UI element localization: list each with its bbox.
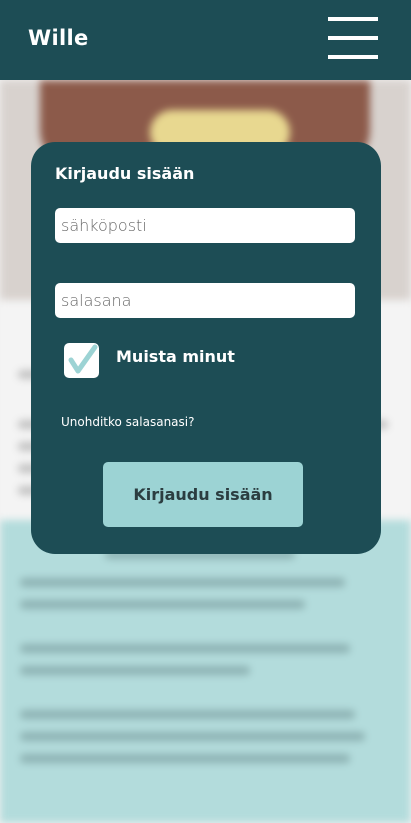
password-input[interactable]: [55, 283, 355, 318]
email-input[interactable]: [55, 208, 355, 243]
login-title: Kirjaudu sisään: [55, 164, 195, 183]
hamburger-menu-icon[interactable]: [328, 17, 378, 59]
checkmark-icon: [68, 344, 98, 374]
remember-me-checkbox[interactable]: [64, 343, 99, 378]
menu-bar: [328, 17, 378, 21]
blurred-info-section: [0, 520, 411, 823]
login-card: Kirjaudu sisään Muista minut Unohditko s…: [31, 142, 381, 554]
login-submit-button[interactable]: Kirjaudu sisään: [103, 462, 303, 527]
menu-bar: [328, 36, 378, 40]
brand-logo-text[interactable]: Wille: [28, 26, 89, 50]
forgot-password-link[interactable]: Unohditko salasanasi?: [61, 415, 194, 429]
top-bar: Wille: [0, 0, 411, 80]
menu-bar: [328, 55, 378, 59]
remember-me-label: Muista minut: [116, 347, 235, 366]
